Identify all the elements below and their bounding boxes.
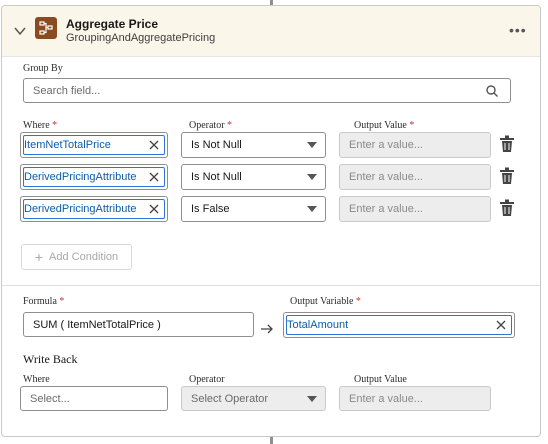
condition-operator-value: Is Not Null (191, 171, 242, 183)
condition-field-value: DerivedPricingAttribute (24, 203, 137, 215)
card-subtitle: GroupingAndAggregatePricing (66, 32, 216, 44)
condition-output-placeholder: Enter a value... (349, 139, 423, 151)
required-mark: * (227, 120, 233, 131)
output-value-label: Output Value * (354, 120, 414, 131)
clear-icon[interactable] (149, 140, 159, 150)
condition-output-input[interactable]: Enter a value... (339, 196, 491, 222)
formula-label: Formula * (23, 296, 64, 307)
write-back-output-input[interactable]: Enter a value... (339, 386, 491, 411)
output-variable-label-text: Output Variable (290, 296, 354, 307)
clear-icon[interactable] (149, 172, 159, 182)
write-back-output-placeholder: Enter a value... (349, 392, 423, 405)
write-back-title: Write Back (23, 352, 78, 366)
condition-output-placeholder: Enter a value... (349, 203, 423, 215)
condition-operator-select[interactable]: Is Not Null (181, 132, 326, 158)
required-mark: * (59, 296, 65, 307)
group-by-search-input[interactable]: Search field... (23, 78, 511, 103)
formula-value: SUM ( ItemNetTotalPrice ) (33, 318, 161, 331)
condition-field-pill[interactable]: DerivedPricingAttribute (20, 196, 168, 222)
output-variable-pill[interactable]: TotalAmount (283, 312, 515, 338)
more-actions-button[interactable]: ••• (509, 22, 527, 38)
chevron-down-icon[interactable] (13, 24, 27, 38)
condition-output-input[interactable]: Enter a value... (339, 164, 491, 190)
add-icon: + (34, 249, 44, 265)
caret-down-icon (307, 174, 317, 180)
where-label-text: Where (23, 120, 50, 131)
condition-field-value: DerivedPricingAttribute (24, 171, 137, 183)
card-header: Aggregate Price GroupingAndAggregatePric… (2, 6, 540, 57)
where-label: Where * (23, 120, 57, 131)
arrow-right-icon (261, 324, 273, 334)
clear-icon[interactable] (496, 320, 506, 330)
aggregate-icon (35, 17, 57, 39)
search-icon (486, 84, 498, 97)
write-back-operator-select[interactable]: Select Operator (181, 386, 326, 411)
delete-condition-icon[interactable] (499, 135, 515, 153)
condition-operator-value: Is Not Null (191, 139, 242, 151)
add-condition-label: Add Condition (49, 251, 119, 263)
condition-field-pill[interactable]: DerivedPricingAttribute (20, 164, 168, 190)
delete-condition-icon[interactable] (499, 199, 515, 217)
add-condition-button[interactable]: + Add Condition (21, 244, 132, 270)
caret-down-icon (307, 395, 317, 402)
formula-input[interactable]: SUM ( ItemNetTotalPrice ) (23, 312, 254, 337)
card-title: Aggregate Price (66, 17, 159, 31)
clear-icon[interactable] (149, 204, 159, 214)
write-back-output-label: Output Value (354, 374, 407, 385)
output-variable-value: TotalAmount (287, 319, 349, 331)
required-mark: * (52, 120, 58, 131)
operator-label: Operator * (189, 120, 232, 131)
condition-field-pill[interactable]: ItemNetTotalPrice (20, 132, 168, 158)
delete-condition-icon[interactable] (499, 167, 515, 185)
condition-field-value: ItemNetTotalPrice (24, 139, 111, 151)
condition-output-placeholder: Enter a value... (349, 171, 423, 183)
condition-operator-select[interactable]: Is Not Null (181, 164, 326, 190)
operator-label-text: Operator (189, 120, 225, 131)
formula-label-text: Formula (23, 296, 57, 307)
group-by-label: Group By (23, 63, 63, 74)
aggregate-price-card: Aggregate Price GroupingAndAggregatePric… (1, 5, 541, 437)
write-back-where-placeholder: Select... (30, 392, 70, 405)
write-back-where-label: Where (23, 374, 50, 385)
caret-down-icon (307, 142, 317, 148)
flow-connector-bottom (270, 436, 273, 444)
required-mark: * (409, 120, 415, 131)
write-back-where-input[interactable]: Select... (20, 386, 168, 411)
group-by-search-placeholder: Search field... (33, 84, 101, 97)
output-value-label-text: Output Value (354, 120, 407, 131)
section-divider (2, 285, 540, 286)
required-mark: * (355, 296, 361, 307)
condition-operator-select[interactable]: Is False (181, 196, 326, 222)
output-variable-label: Output Variable * (290, 296, 361, 307)
write-back-operator-label: Operator (189, 374, 225, 385)
condition-output-input[interactable]: Enter a value... (339, 132, 491, 158)
condition-operator-value: Is False (191, 203, 230, 215)
write-back-operator-placeholder: Select Operator (191, 392, 269, 405)
caret-down-icon (307, 206, 317, 212)
